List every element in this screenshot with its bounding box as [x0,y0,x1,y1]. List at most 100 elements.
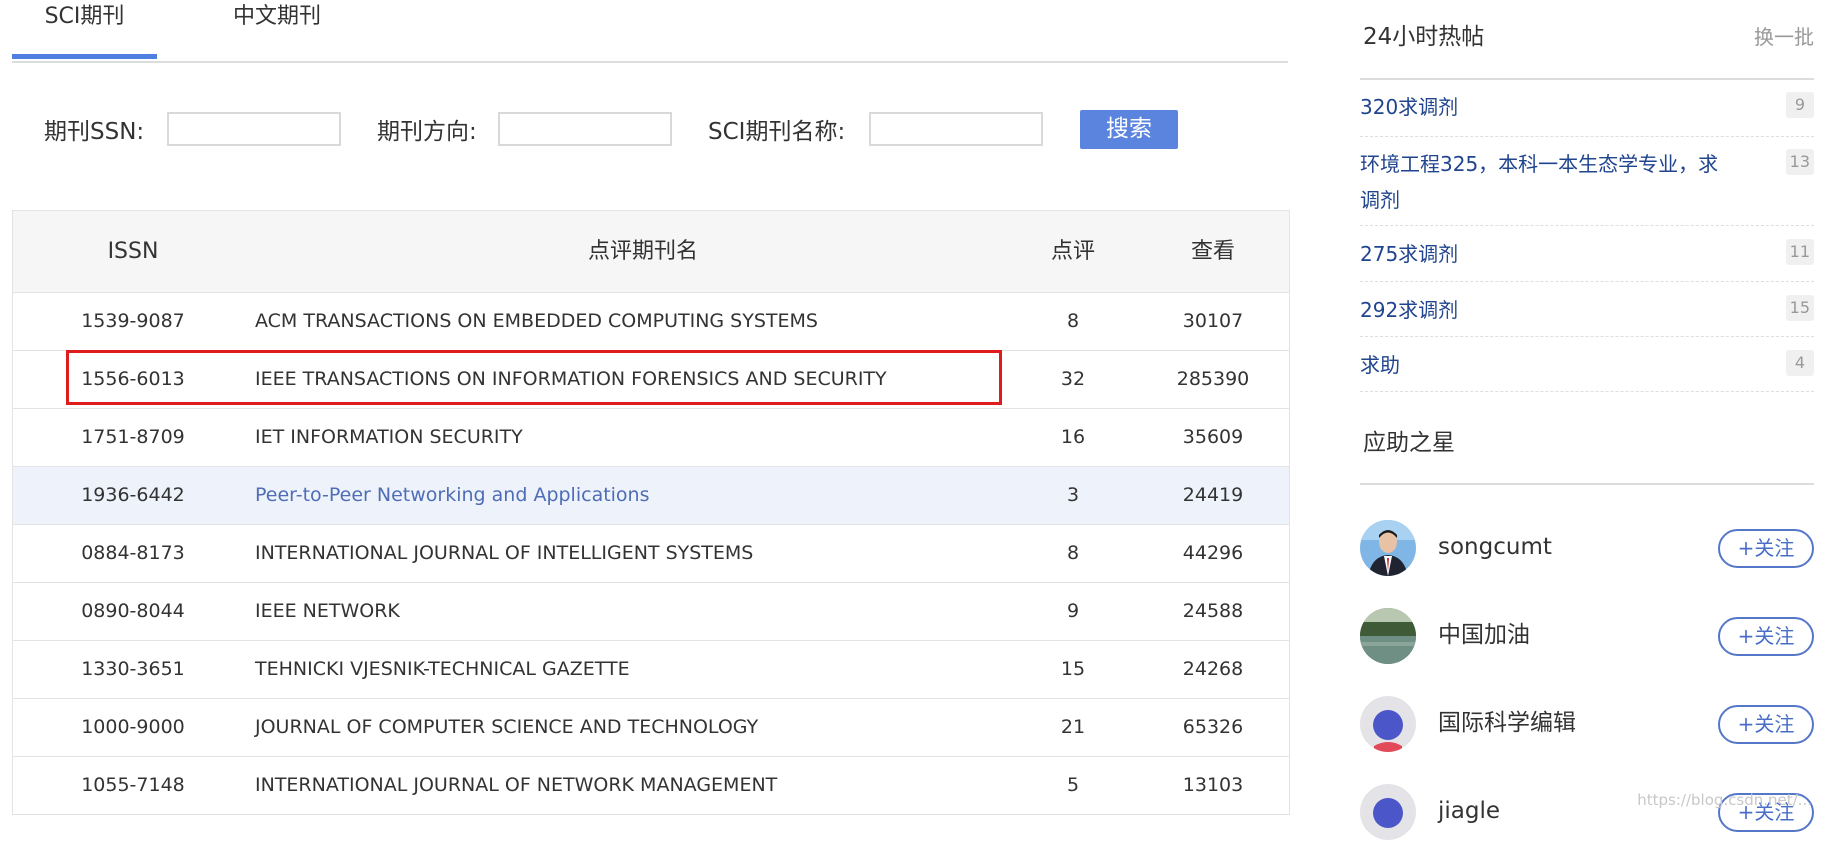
user-name[interactable]: jiagle [1438,794,1500,828]
cell-views: 44296 [1182,542,1244,564]
cell-issn: 1539-9087 [81,310,185,332]
cell-issn: 1936-6442 [81,484,185,506]
cell-reviews: 15 [1060,658,1086,680]
journal-name-input[interactable] [869,112,1043,146]
cell-reviews: 5 [1066,774,1080,796]
active-tab-indicator [12,54,157,59]
cell-journal-name[interactable]: TEHNICKI VJESNIK-TECHNICAL GAZETTE [255,641,630,698]
cell-views: 65326 [1182,716,1244,738]
cell-issn: 1556-6013 [81,368,185,390]
user-item: 国际科学编辑 +关注 [1360,694,1814,754]
follow-button[interactable]: +关注 [1718,617,1814,656]
table-row[interactable]: 0884-8173 INTERNATIONAL JOURNAL OF INTEL… [13,525,1289,583]
refresh-batch-link[interactable]: 换一批 [1754,22,1814,52]
journal-name-label: SCI期刊名称: [708,119,846,145]
reply-count-badge: 4 [1786,350,1814,376]
sidebar: 24小时热帖 换一批 320求调剂 9 环境工程325，本科一本生态学专业，求 … [1360,0,1814,840]
cell-issn: 1751-8709 [81,426,185,448]
journal-panel: SCI期刊 中文期刊 期刊SSN: 期刊方向: SCI期刊名称: 搜索 ISSN… [0,0,1300,825]
cell-reviews: 8 [1066,542,1080,564]
cell-issn: 1055-7148 [81,774,185,796]
cell-views: 35609 [1182,426,1244,448]
helper-stars-title: 应助之星 [1363,430,1455,456]
table-header: ISSN 点评期刊名 点评 查看 [13,211,1289,293]
reply-count-badge: 15 [1785,295,1814,321]
header-reviews: 点评 [1050,239,1095,264]
cell-reviews: 21 [1060,716,1086,738]
journal-tabs: SCI期刊 中文期刊 [12,0,1288,63]
hot-post-link[interactable]: 320求调剂 [1360,89,1458,125]
table-row[interactable]: 1556-6013 IEEE TRANSACTIONS ON INFORMATI… [13,351,1289,409]
cell-views: 285390 [1176,368,1250,390]
hot-post-link-continued[interactable]: 调剂 [1360,182,1400,218]
hot-posts-header: 24小时热帖 换一批 [1360,0,1814,80]
search-bar: 期刊SSN: 期刊方向: SCI期刊名称: 搜索 [0,110,1300,152]
journal-table: ISSN 点评期刊名 点评 查看 1539-9087 ACM TRANSACTI… [12,210,1290,815]
cell-journal-name[interactable]: IEEE NETWORK [255,583,400,640]
user-name[interactable]: 国际科学编辑 [1438,706,1576,740]
follow-button[interactable]: +关注 [1718,529,1814,568]
cell-issn: 1330-3651 [81,658,185,680]
table-row-hovered[interactable]: 1936-6442 Peer-to-Peer Networking and Ap… [13,467,1289,525]
table-row[interactable]: 1539-9087 ACM TRANSACTIONS ON EMBEDDED C… [13,293,1289,351]
hot-post-item[interactable]: 275求调剂 11 [1360,236,1814,282]
divider [1360,483,1814,485]
user-name[interactable]: 中国加油 [1438,618,1530,652]
follow-button[interactable]: +关注 [1718,705,1814,744]
hot-post-link[interactable]: 275求调剂 [1360,236,1458,272]
user-name[interactable]: songcumt [1438,530,1552,564]
cell-views: 24268 [1182,658,1244,680]
cell-issn: 0890-8044 [81,600,185,622]
table-row[interactable]: 1000-9000 JOURNAL OF COMPUTER SCIENCE AN… [13,699,1289,757]
search-button[interactable]: 搜索 [1080,110,1178,149]
cell-reviews: 8 [1066,310,1080,332]
user-item: songcumt +关注 [1360,518,1814,578]
header-views: 查看 [1190,239,1235,264]
cell-reviews: 9 [1066,600,1080,622]
watermark: https://blog.csdn.net/... [1637,791,1812,809]
table-row[interactable]: 1330-3651 TEHNICKI VJESNIK-TECHNICAL GAZ… [13,641,1289,699]
user-item: 中国加油 +关注 [1360,606,1814,666]
header-journal-name: 点评期刊名 [587,239,698,264]
issn-input[interactable] [167,112,341,146]
hot-post-item[interactable]: 环境工程325，本科一本生态学专业，求 调剂 13 [1360,144,1814,226]
table-row[interactable]: 1751-8709 IET INFORMATION SECURITY 16 35… [13,409,1289,467]
hot-post-link[interactable]: 292求调剂 [1360,292,1458,328]
table-row[interactable]: 1055-7148 INTERNATIONAL JOURNAL OF NETWO… [13,757,1289,815]
hot-post-item[interactable]: 292求调剂 15 [1360,292,1814,337]
avatar[interactable] [1360,608,1416,664]
header-issn: ISSN [107,239,159,264]
hot-post-link[interactable]: 求助 [1360,347,1400,383]
cell-journal-name[interactable]: IET INFORMATION SECURITY [255,409,523,466]
reply-count-badge: 13 [1785,149,1814,175]
avatar[interactable] [1360,696,1416,752]
hot-posts-title: 24小时热帖 [1363,24,1485,50]
cell-views: 13103 [1182,774,1244,796]
cell-issn: 1000-9000 [81,716,185,738]
table-row[interactable]: 0890-8044 IEEE NETWORK 9 24588 [13,583,1289,641]
hot-post-item[interactable]: 320求调剂 9 [1360,87,1814,137]
cell-journal-name[interactable]: JOURNAL OF COMPUTER SCIENCE AND TECHNOLO… [255,699,758,756]
cell-journal-name[interactable]: INTERNATIONAL JOURNAL OF NETWORK MANAGEM… [255,757,777,814]
direction-input[interactable] [498,112,672,146]
cell-views: 24588 [1182,600,1244,622]
cell-journal-name[interactable]: IEEE TRANSACTIONS ON INFORMATION FORENSI… [255,351,887,408]
avatar[interactable] [1360,784,1416,840]
issn-label: 期刊SSN: [44,119,145,145]
tab-sci-journals[interactable]: SCI期刊 [12,0,157,59]
reply-count-badge: 11 [1785,239,1814,265]
cell-journal-name[interactable]: INTERNATIONAL JOURNAL OF INTELLIGENT SYS… [255,525,753,582]
cell-reviews: 32 [1060,368,1086,390]
cell-views: 30107 [1182,310,1244,332]
hot-post-item[interactable]: 求助 4 [1360,347,1814,392]
tab-chinese-journals[interactable]: 中文期刊 [202,0,352,59]
cell-journal-name-link[interactable]: Peer-to-Peer Networking and Applications [255,467,650,524]
cell-reviews: 16 [1060,426,1086,448]
avatar[interactable] [1360,520,1416,576]
cell-reviews: 3 [1066,484,1080,506]
cell-issn: 0884-8173 [81,542,185,564]
hot-post-link[interactable]: 环境工程325，本科一本生态学专业，求 [1360,146,1718,182]
cell-journal-name[interactable]: ACM TRANSACTIONS ON EMBEDDED COMPUTING S… [255,293,818,350]
cell-views: 24419 [1182,484,1244,506]
direction-label: 期刊方向: [377,119,477,145]
